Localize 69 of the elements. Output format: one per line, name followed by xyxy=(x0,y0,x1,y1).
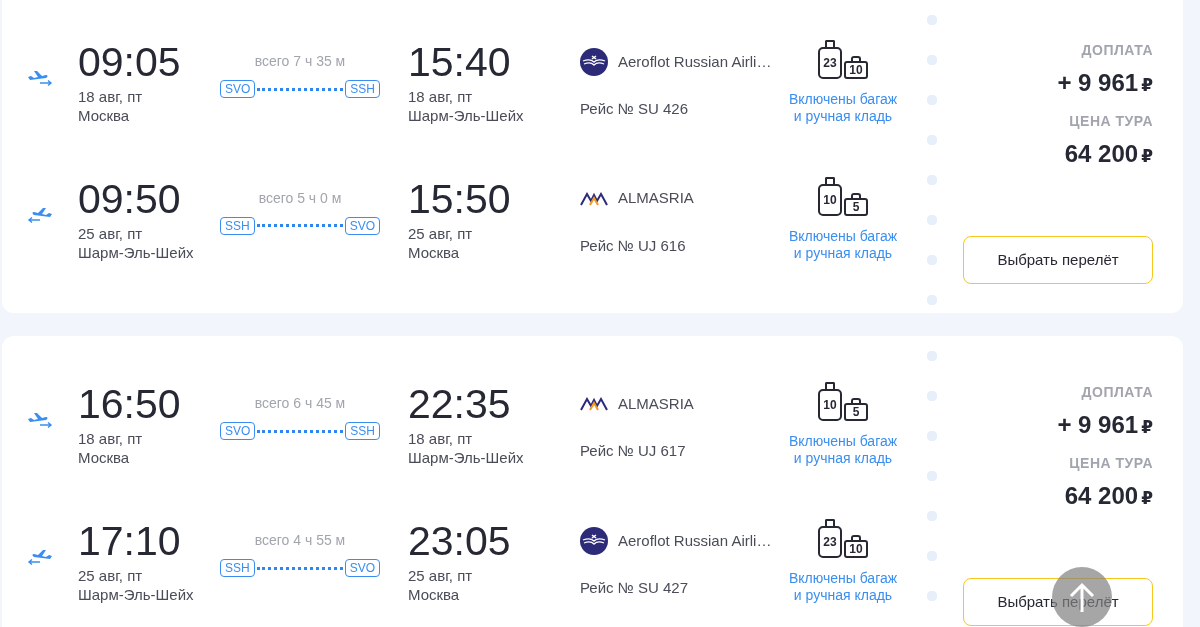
airport-code: SVO xyxy=(344,559,380,577)
surcharge-amount: + 9 961 xyxy=(1057,410,1139,440)
surcharge-amount: + 9 961 xyxy=(1057,68,1139,98)
baggage-info: Включены багаж и ручная кладь xyxy=(788,433,898,467)
departure-date: 25 авг, пт xyxy=(78,223,144,243)
departure-date: 18 авг, пт xyxy=(78,429,144,448)
arrival-date: 18 авг, пт xyxy=(408,87,474,106)
airline-logo xyxy=(580,191,608,206)
departure-date: 18 авг, пт xyxy=(78,87,144,106)
duration-text: всего 7 ч 35 м xyxy=(254,52,346,70)
departure-plane-icon xyxy=(27,412,53,428)
departure-time: 09:50 xyxy=(78,176,182,221)
airline-logo xyxy=(580,397,608,411)
arrival-date: 25 авг, пт xyxy=(408,566,474,585)
baggage-info: Включены багаж и ручная кладь xyxy=(788,570,898,604)
departure-plane-icon xyxy=(27,70,53,86)
departure-date: 25 авг, пт xyxy=(78,566,144,585)
baggage-info: Включены багаж и ручная кладь xyxy=(788,91,898,125)
flight-number: Рейс № UJ 616 xyxy=(580,235,687,256)
currency-sign: ₽ xyxy=(1141,145,1153,168)
airport-code: SSH xyxy=(220,216,255,235)
airline-name: Aeroflot Russian Airli… xyxy=(618,51,772,72)
arrival-city: Шарм-Эль-Шейх xyxy=(408,448,525,467)
currency-sign: ₽ xyxy=(1141,416,1153,439)
arrival-date: 25 авг, пт xyxy=(408,223,474,243)
airport-code: SVO xyxy=(220,80,256,98)
duration-text: всего 5 ч 0 м xyxy=(258,188,342,207)
arrival-time: 22:35 xyxy=(408,382,512,426)
airport-code: SVO xyxy=(220,422,256,440)
flight-number: Рейс № SU 426 xyxy=(580,99,690,119)
airport-code: SSH xyxy=(345,80,380,98)
currency-sign: ₽ xyxy=(1141,487,1153,510)
departure-city: Москва xyxy=(78,106,131,125)
arrival-city: Шарм-Эль-Шейх xyxy=(408,106,525,125)
departure-city: Шарм-Эль-Шейх xyxy=(78,242,195,262)
price-label: ЦЕНА ТУРА xyxy=(1069,112,1153,131)
airline-name: Aeroflot Russian Airli… xyxy=(618,530,772,551)
tour-price: 64 200 xyxy=(1064,139,1139,169)
departure-time: 09:05 xyxy=(78,40,182,84)
departure-city: Москва xyxy=(78,448,131,467)
departure-city: Шарм-Эль-Шейх xyxy=(78,585,195,604)
select-flight-button[interactable]: Выбрать перелёт xyxy=(963,236,1153,284)
return-plane-icon xyxy=(27,206,53,223)
departure-time: 16:50 xyxy=(78,382,182,426)
arrival-city: Москва xyxy=(408,585,461,604)
price-label: ЦЕНА ТУРА xyxy=(1069,454,1153,473)
duration-text: всего 4 ч 55 м xyxy=(254,531,346,549)
airport-code: SSH xyxy=(345,422,380,440)
duration-text: всего 6 ч 45 м xyxy=(254,394,346,412)
flight-number: Рейс № SU 427 xyxy=(580,578,690,598)
arrival-time: 15:40 xyxy=(408,40,512,84)
surcharge-label: ДОПЛАТА xyxy=(1081,383,1153,402)
flight-number: Рейс № UJ 617 xyxy=(580,441,687,461)
airline-name: ALMASRIA xyxy=(618,393,694,414)
arrival-time: 15:50 xyxy=(408,176,512,221)
return-plane-icon xyxy=(27,549,53,565)
tour-price: 64 200 xyxy=(1064,481,1139,511)
surcharge-label: ДОПЛАТА xyxy=(1081,41,1153,60)
baggage-info: Включены багаж и ручная кладь xyxy=(788,227,898,262)
airline-logo xyxy=(580,48,608,76)
arrival-time: 23:05 xyxy=(408,519,512,563)
arrival-date: 18 авг, пт xyxy=(408,429,474,448)
airline-name: ALMASRIA xyxy=(618,188,694,209)
airport-code: SVO xyxy=(344,216,380,235)
airport-code: SSH xyxy=(220,559,255,577)
departure-time: 17:10 xyxy=(78,519,182,563)
arrival-city: Москва xyxy=(408,242,461,262)
airline-logo xyxy=(580,527,608,555)
currency-sign: ₽ xyxy=(1141,74,1153,97)
